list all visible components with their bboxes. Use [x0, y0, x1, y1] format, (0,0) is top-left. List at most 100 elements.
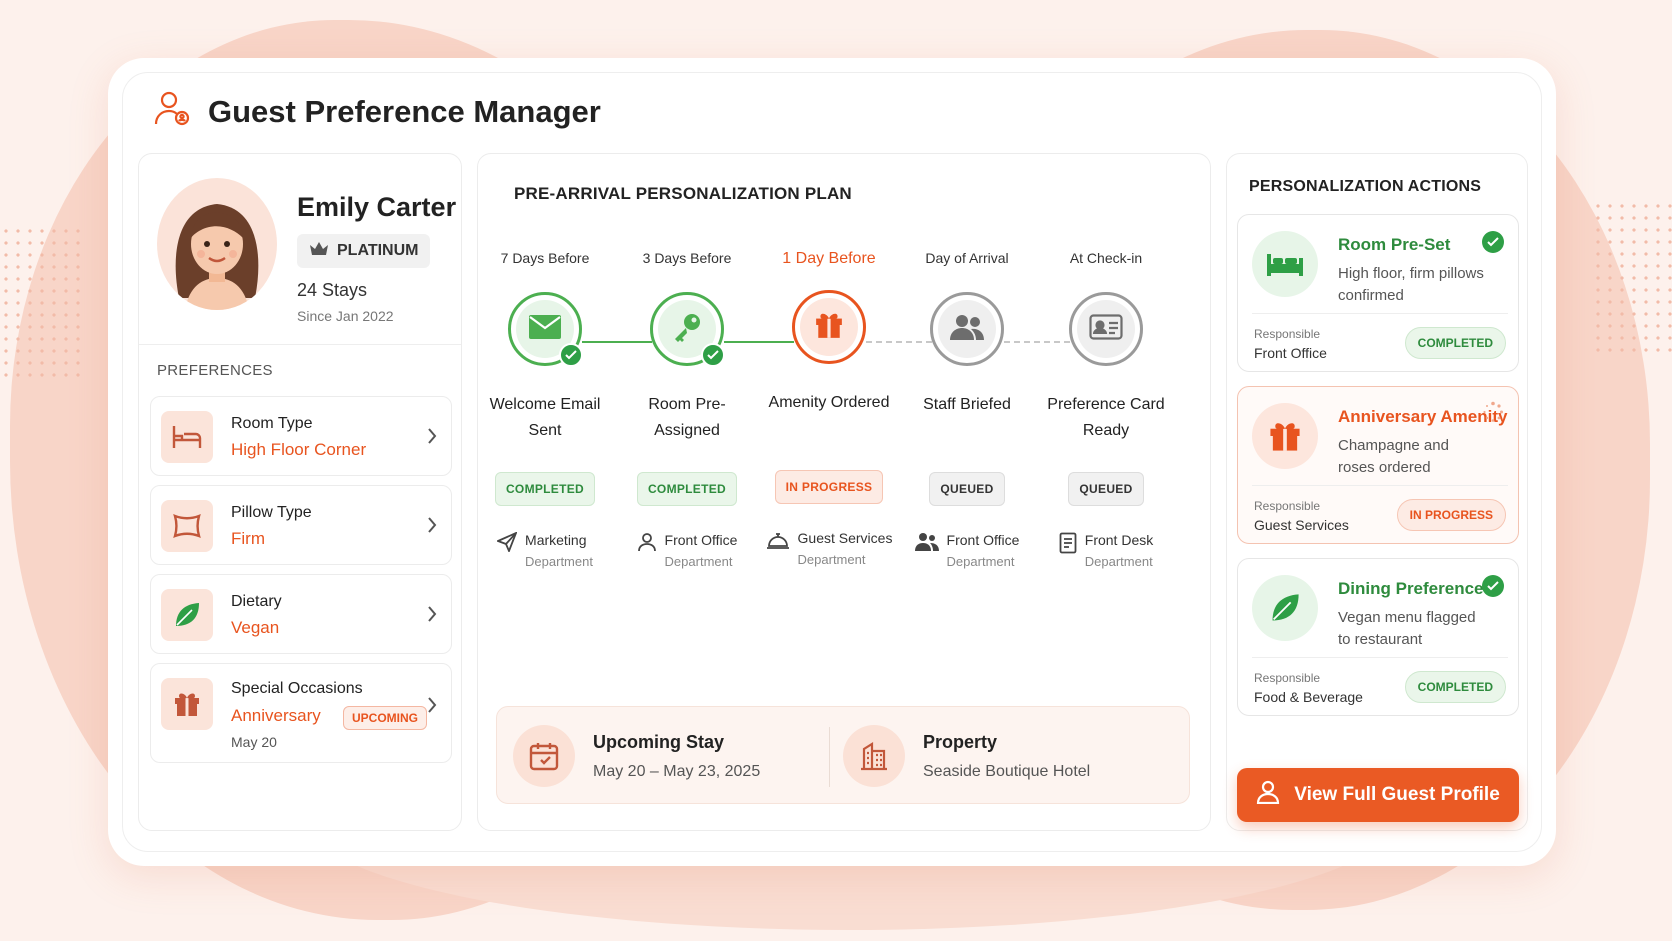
person-icon [637, 532, 657, 557]
envelope-icon [528, 314, 562, 345]
member-since: Since Jan 2022 [297, 308, 394, 324]
department-sub: Department [797, 552, 866, 567]
department-name: Front Office [946, 532, 1020, 548]
preference-value: Vegan [231, 618, 280, 637]
divider [1252, 313, 1508, 314]
timeline-step-preference-card: At Check-in Preference Card Ready QUEUED… [1036, 250, 1176, 569]
property-title: Property [923, 731, 998, 752]
preference-value: Anniversary [231, 706, 321, 725]
step-department: Front Office Department [897, 532, 1037, 569]
loading-spinner-icon [1482, 401, 1504, 428]
leaf-icon [161, 589, 213, 641]
preference-label: Room Type [231, 415, 313, 432]
step-department: Marketing Department [475, 531, 615, 569]
department-sub: Department [1084, 554, 1153, 569]
status-badge: QUEUED [1068, 472, 1144, 506]
gift-icon [1252, 403, 1318, 469]
responsible-value: Front Office [1254, 345, 1327, 361]
preference-dietary[interactable]: Dietary Vegan [150, 574, 452, 654]
personalization-plan-panel: PRE-ARRIVAL PERSONALIZATION PLAN 7 Days … [477, 153, 1211, 831]
upcoming-stay: Upcoming Stay May 20 – May 23, 2025 [513, 725, 760, 787]
chevron-right-icon [427, 427, 437, 450]
step-label: Room Pre-Assigned [648, 396, 726, 439]
gift-icon [161, 678, 213, 730]
gift-icon [814, 310, 844, 345]
personalization-actions-panel: PERSONALIZATION ACTIONS Room Pre-Set Hig… [1226, 153, 1528, 831]
property-name: Seaside Boutique Hotel [923, 762, 1091, 780]
preference-label: Pillow Type [231, 504, 312, 521]
background-dots-right [1592, 200, 1672, 360]
responsible-label: Responsible [1254, 499, 1321, 513]
step-timing: 3 Days Before [642, 250, 732, 266]
users-icon [949, 313, 985, 346]
status-badge: IN PROGRESS [774, 470, 884, 504]
action-room-pre-set[interactable]: Room Pre-Set High floor, firm pillows co… [1237, 214, 1519, 372]
guest-name: Emily Carter [297, 192, 457, 222]
document-icon [1059, 532, 1077, 559]
step-department: Front Desk Department [1036, 532, 1176, 569]
step-circle [792, 290, 866, 364]
upcoming-badge: UPCOMING [343, 706, 427, 730]
preference-label: Dietary [231, 593, 282, 610]
bed-icon [161, 411, 213, 463]
background-dots-left [0, 225, 80, 385]
app-header: Guest Preference Manager [154, 90, 601, 133]
chevron-right-icon [427, 696, 437, 719]
step-timing: At Check-in [1069, 250, 1143, 266]
status-badge: COMPLETED [636, 472, 738, 506]
preferences-heading: PREFERENCES [157, 362, 273, 379]
step-circle [508, 292, 583, 367]
step-circle [650, 292, 725, 367]
leaf-icon [1252, 575, 1318, 641]
department-sub: Department [525, 554, 593, 569]
step-label: Amenity Ordered [768, 394, 890, 411]
bed-icon [1252, 231, 1318, 297]
step-circle [1069, 292, 1143, 366]
service-bell-icon [766, 530, 790, 555]
check-icon [1482, 575, 1504, 597]
preference-room-type[interactable]: Room Type High Floor Corner [150, 396, 452, 476]
department-name: Marketing [525, 532, 587, 548]
status-badge: COMPLETED [494, 472, 596, 506]
step-department: Front Office Department [617, 532, 757, 569]
preference-special-occasions[interactable]: Special Occasions Anniversary UPCOMING M… [150, 663, 452, 763]
preference-value: Firm [231, 529, 265, 548]
status-badge: IN PROGRESS [1396, 499, 1506, 531]
action-title: Room Pre-Set [1338, 235, 1451, 254]
pillow-icon [161, 500, 213, 552]
calendar-icon [513, 725, 575, 787]
guest-profile-icon [154, 90, 192, 133]
check-icon [1482, 231, 1504, 253]
department-sub: Department [946, 554, 1015, 569]
action-description: Vegan menu flagged to restaurant [1338, 609, 1476, 648]
tier-badge: PLATINUM [297, 234, 431, 268]
preference-pillow-type[interactable]: Pillow Type Firm [150, 485, 452, 565]
action-dining-preference[interactable]: Dining Preference Vegan menu flagged to … [1237, 558, 1519, 716]
action-description: Champagne and roses ordered [1338, 437, 1449, 476]
preference-value: High Floor Corner [231, 440, 367, 459]
key-icon [671, 311, 703, 348]
stay-count: 24 Stays [297, 280, 368, 300]
responsible-label: Responsible [1254, 671, 1321, 685]
department-sub: Department [664, 554, 733, 569]
step-label: Staff Briefed [923, 396, 1011, 413]
building-icon [843, 725, 905, 787]
step-circle [930, 292, 1004, 366]
actions-title: PERSONALIZATION ACTIONS [1249, 178, 1482, 195]
timeline-step-amenity-ordered: 1 Day Before Amenity Ordered IN PROGRESS… [759, 250, 899, 567]
action-title: Dining Preference [1338, 579, 1484, 598]
responsible-value: Food & Beverage [1254, 689, 1363, 705]
chevron-right-icon [427, 605, 437, 628]
stay-dates: May 20 – May 23, 2025 [593, 762, 761, 780]
step-label: Welcome Email Sent [489, 396, 601, 439]
view-full-guest-profile-button[interactable]: View Full Guest Profile [1237, 768, 1519, 822]
action-anniversary-amenity[interactable]: Anniversary Amenity Champagne and roses … [1237, 386, 1519, 544]
stay-title: Upcoming Stay [593, 731, 725, 752]
step-label: Preference Card Ready [1047, 396, 1165, 439]
status-badge: COMPLETED [1404, 327, 1506, 359]
plan-title: PRE-ARRIVAL PERSONALIZATION PLAN [514, 184, 852, 203]
divider [1252, 485, 1508, 486]
avatar [157, 178, 277, 310]
responsible-value: Guest Services [1254, 517, 1349, 533]
step-timing: 1 Day Before [782, 250, 876, 267]
